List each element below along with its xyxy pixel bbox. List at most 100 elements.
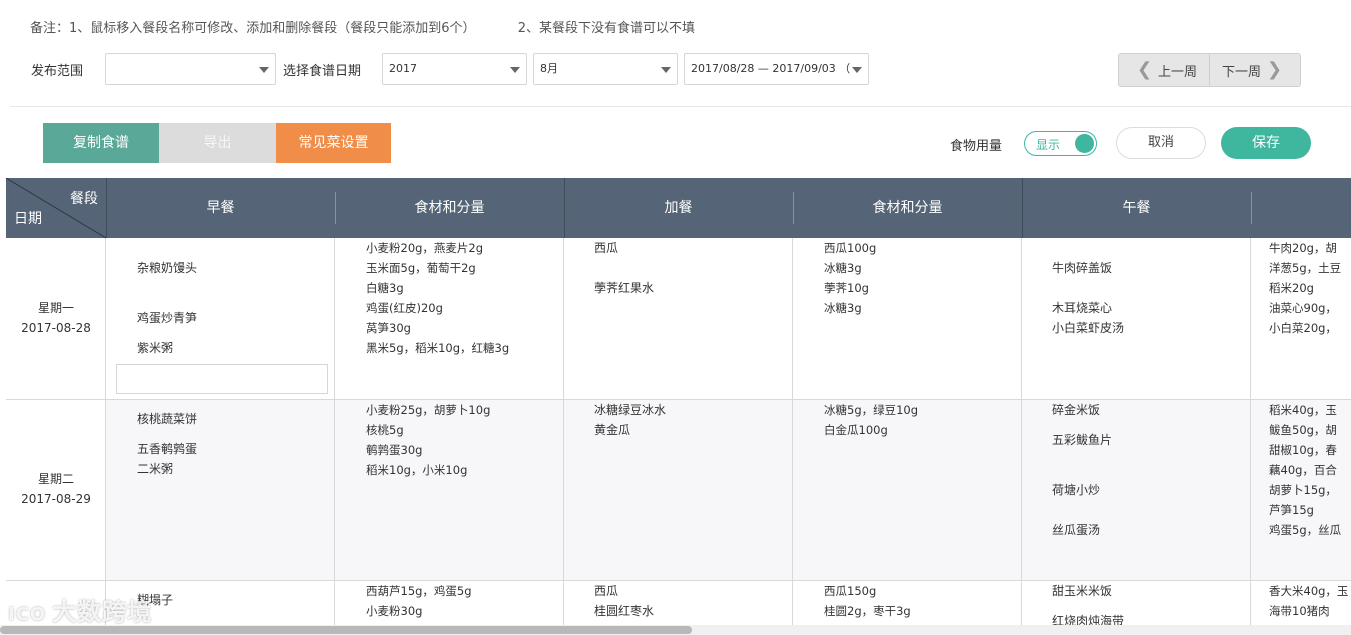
save-button[interactable]: 保存	[1221, 127, 1311, 159]
ingredient-line: 莴笋30g	[366, 321, 411, 335]
food-amount-toggle[interactable]: 显示	[1024, 131, 1097, 156]
chevron-down-icon	[510, 67, 520, 73]
ingredient-line: 芦笋15g	[1269, 503, 1314, 517]
horizontal-scrollbar[interactable]	[0, 625, 1351, 635]
ingredient-line: 洋葱5g，土豆	[1269, 261, 1342, 275]
year-value: 2017	[389, 62, 417, 75]
dish-item[interactable]: 二米粥	[137, 459, 173, 479]
ingredient-line: 鹌鹑蛋30g	[366, 443, 423, 457]
header-lunch[interactable]: 午餐	[1022, 178, 1251, 238]
ingredient-line: 白糖3g	[366, 281, 404, 295]
watermark-logo: ICO	[8, 604, 47, 625]
next-week-label: 下一周	[1221, 64, 1261, 80]
ingredient-line: 鸡蛋(红皮)20g	[366, 301, 443, 315]
dish-item[interactable]: 西瓜	[594, 581, 618, 601]
header-ingredients: 食材和分量	[872, 200, 943, 216]
dish-item[interactable]: 杂粮奶馒头	[137, 258, 197, 278]
food-amount-label: 食物用量	[950, 139, 1003, 154]
toggle-text: 显示	[1036, 138, 1061, 152]
dish-item[interactable]: 紫米粥	[137, 338, 173, 358]
prev-week-button[interactable]: ❮ 上一周	[1119, 54, 1210, 86]
dish-item[interactable]: 甜玉米米饭	[1052, 581, 1112, 601]
ingredient-line: 西瓜150g	[824, 584, 877, 598]
copy-menu-button[interactable]: 复制食谱	[43, 123, 159, 163]
scope-select[interactable]	[105, 53, 276, 85]
day-date: 2017-08-28	[21, 321, 91, 335]
day-name: 星期二	[37, 472, 74, 486]
ingredient-line: 小麦粉30g	[366, 604, 423, 618]
ingredient-line: 稻米20g	[1269, 281, 1314, 295]
day-name: 星期一	[37, 301, 74, 315]
ingredient-line: 核桃5g	[366, 423, 404, 437]
snack-cell[interactable]	[564, 238, 793, 399]
dish-item[interactable]: 五彩鲅鱼片	[1052, 430, 1112, 450]
month-select[interactable]: 8月	[533, 53, 678, 85]
export-button[interactable]: 导出	[159, 123, 276, 163]
week-select[interactable]: 2017/08/28 — 2017/09/03 （	[684, 53, 869, 85]
dish-input[interactable]	[116, 364, 328, 394]
ingredient-line: 香大米40g，玉	[1269, 584, 1349, 598]
divider	[10, 106, 1351, 107]
year-select[interactable]: 2017	[382, 53, 527, 85]
header-breakfast[interactable]: 早餐	[106, 178, 335, 238]
dish-item[interactable]: 冰糖绿豆冰水	[594, 400, 666, 420]
scrollbar-thumb[interactable]	[0, 626, 692, 634]
dish-item[interactable]: 小白菜虾皮汤	[1052, 318, 1124, 338]
cancel-button[interactable]: 取消	[1116, 127, 1206, 159]
ingredient-line: 稻米10g，小米10g	[366, 463, 468, 477]
header-ingredients: 食材	[1251, 178, 1351, 238]
ingredient-line: 冰糖5g，绿豆10g	[824, 403, 919, 417]
ingredient-line: 甜椒10g，春	[1269, 443, 1337, 457]
dish-item[interactable]: 黄金瓜	[594, 420, 630, 440]
dish-item[interactable]: 鸡蛋炒青笋	[137, 308, 197, 328]
ingredient-line: 冰糖3g	[824, 301, 862, 315]
day-date: 2017-08-29	[21, 492, 91, 506]
ingredient-line: 小白菜20g，	[1269, 321, 1337, 335]
corner-date-label: 日期	[14, 211, 42, 227]
table-header: 餐段 日期 早餐 食材和分量 加餐 食材和分量 午餐 食材	[6, 178, 1351, 238]
date-label: 选择食谱日期	[283, 64, 362, 79]
ingredient-line: 冰糖3g	[824, 261, 862, 275]
header-snack[interactable]: 加餐	[564, 178, 793, 238]
month-value: 8月	[540, 62, 558, 75]
notice-text: 备注：1、鼠标移入餐段名称可修改、添加和删除餐段（餐段只能添加到6个） 2、某餐…	[30, 17, 695, 36]
chevron-down-icon	[259, 67, 269, 73]
ingredient-line: 稻米40g，玉	[1269, 403, 1337, 417]
corner-meal-label: 餐段	[70, 191, 98, 207]
toggle-knob	[1075, 134, 1094, 153]
dish-item[interactable]: 碎金米饭	[1052, 400, 1100, 420]
dish-item[interactable]: 荸荠红果水	[594, 278, 654, 298]
dish-item[interactable]: 核桃蔬菜饼	[137, 409, 197, 429]
ingredient-line: 小麦粉20g，燕麦片2g	[366, 241, 484, 255]
ingredient-line: 白金瓜100g	[824, 423, 888, 437]
watermark: ICO 大数跨境	[8, 592, 152, 627]
chevron-down-icon	[852, 67, 862, 73]
scope-label: 发布范围	[31, 64, 84, 79]
common-dishes-button[interactable]: 常见菜设置	[276, 123, 391, 163]
dish-item[interactable]: 五香鹌鹑蛋	[137, 439, 197, 459]
ingredient-line: 黑米5g，稻米10g，红糖3g	[366, 341, 510, 355]
chevron-down-icon	[661, 67, 671, 73]
ingredient-line: 鸡蛋5g，丝瓜	[1269, 523, 1342, 537]
ingredient-line: 桂圆2g，枣干3g	[824, 604, 911, 618]
dish-item[interactable]: 木耳烧菜心	[1052, 298, 1112, 318]
ingredient-line: 荸荠10g	[824, 281, 869, 295]
dish-item[interactable]: 西瓜	[594, 238, 618, 258]
dish-item[interactable]: 桂圆红枣水	[594, 601, 654, 621]
week-value: 2017/08/28 — 2017/09/03 （	[691, 62, 851, 75]
chevron-left-icon: ❮	[1136, 59, 1153, 80]
ingredient-line: 藕40g，百合	[1269, 463, 1337, 477]
ingredient-line: 小麦粉25g，胡萝卜10g	[366, 403, 491, 417]
ingredient-line: 西葫芦15g，鸡蛋5g	[366, 584, 472, 598]
dish-item[interactable]: 荷塘小炒	[1052, 480, 1100, 500]
ingredient-line: 油菜心90g，	[1269, 301, 1337, 315]
table-row: 星期二 2017-08-29 核桃蔬菜饼 五香鹌鹑蛋 二米粥 小麦粉25g，胡萝…	[6, 400, 1351, 581]
header-corner-cell: 餐段 日期	[6, 178, 106, 238]
header-ingredients: 食材和分量	[414, 200, 485, 216]
week-navigation: ❮ 上一周 下一周 ❯	[1118, 53, 1301, 87]
next-week-button[interactable]: 下一周 ❯	[1210, 54, 1300, 86]
dish-item[interactable]: 牛肉碎盖饭	[1052, 258, 1112, 278]
ingredient-line: 鲅鱼50g，胡	[1269, 423, 1337, 437]
dish-item[interactable]: 丝瓜蛋汤	[1052, 520, 1100, 540]
ingredient-line: 海带10猪肉	[1269, 604, 1330, 618]
